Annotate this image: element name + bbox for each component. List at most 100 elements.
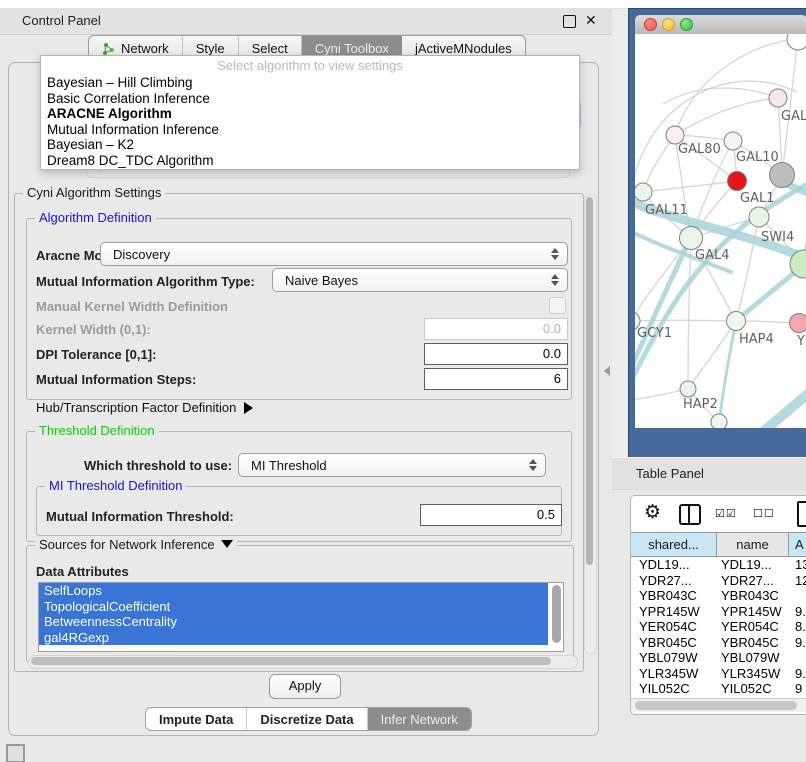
algorithm-option-bayesian-k2[interactable]: Bayesian – K2 <box>41 137 579 153</box>
tab-network-label: Network <box>121 41 169 56</box>
list-vertical-scrollbar[interactable] <box>552 585 561 643</box>
panel-collapse-handle[interactable] <box>604 366 610 376</box>
dpi-tolerance-input[interactable]: 0.0 <box>424 343 568 365</box>
window-minimize-icon[interactable] <box>662 18 675 31</box>
node-label-gcy1: GCY1 <box>637 326 672 341</box>
cyni-bottom-tabbar: Impute Data Discretize Data Infer Networ… <box>145 707 472 731</box>
dpi-tolerance-label: DPI Tolerance [0,1]: <box>36 347 156 362</box>
table-row[interactable]: YDL19...YDL19...13 <box>631 557 806 573</box>
network-node-gal10[interactable] <box>724 132 742 150</box>
mi-algorithm-type-combo[interactable]: Naive Bayes <box>272 268 568 292</box>
network-node-hap2[interactable] <box>680 381 696 397</box>
aracne-mode-value: Discovery <box>113 247 170 262</box>
table-panel-title: Table Panel <box>636 466 704 481</box>
network-node-swi4[interactable] <box>749 207 769 227</box>
table-row[interactable]: YDR27...YDR27...12 <box>631 573 806 589</box>
combo-spinner-icon <box>528 458 537 472</box>
combo-spinner-icon <box>550 247 559 261</box>
kernel-width-label: Kernel Width (0,1): <box>36 322 151 337</box>
network-node-gal11[interactable] <box>635 183 652 201</box>
column-header-name[interactable]: name <box>717 533 789 556</box>
data-attributes-label: Data Attributes <box>36 564 129 579</box>
table-row[interactable]: YBL079WYBL079W <box>631 650 806 666</box>
mi-threshold-input[interactable]: 0.5 <box>420 504 562 526</box>
table-row[interactable]: YBR045CYBR045C9. <box>631 635 806 651</box>
app-root: Control Panel ✕ Network Style Select Cyn… <box>0 0 806 762</box>
list-item-betweennesscentrality[interactable]: BetweennessCentrality <box>39 614 548 630</box>
table-row[interactable]: YER054CYER054C8. <box>631 619 806 635</box>
network-node-gal1[interactable] <box>728 172 747 191</box>
tab-discretize-data[interactable]: Discretize Data <box>247 708 367 730</box>
kernel-width-input[interactable]: 0.0 <box>424 318 568 340</box>
settings-vertical-scrollbar[interactable] <box>584 194 597 654</box>
hub-definition-expander[interactable]: Hub/Transcription Factor Definition <box>36 400 253 415</box>
hub-definition-label: Hub/Transcription Factor Definition <box>36 400 236 415</box>
manual-kernel-checkbox[interactable] <box>549 297 566 314</box>
control-panel: Control Panel ✕ Network Style Select Cyn… <box>0 8 612 762</box>
select-all-checkboxes-icon[interactable]: ☑☑ <box>715 507 737 520</box>
table-horizontal-scrollbar[interactable] <box>631 698 806 712</box>
which-threshold-label: Which threshold to use: <box>84 458 232 473</box>
table-row[interactable]: YLR345WYLR345W9. <box>631 666 806 682</box>
threshold-definition-legend: Threshold Definition <box>35 424 159 438</box>
network-node-y[interactable] <box>790 314 806 333</box>
export-table-icon[interactable] <box>797 501 806 527</box>
deselect-all-checkboxes-icon[interactable]: ☐☐ <box>753 507 775 520</box>
which-threshold-value: MI Threshold <box>251 458 327 473</box>
node-label-gal10: GAL10 <box>736 150 779 165</box>
gear-icon[interactable]: ⚙ <box>644 503 661 523</box>
expand-right-icon <box>244 402 253 414</box>
network-node[interactable] <box>787 34 806 50</box>
network-node[interactable] <box>711 414 727 428</box>
settings-horizontal-scrollbar[interactable] <box>28 655 578 669</box>
mi-steps-input[interactable]: 6 <box>424 368 568 390</box>
network-canvas[interactable]: GALGAL80GAL10GAL1GAL11SWI4GAL4GCY1HAP4YH… <box>635 34 806 428</box>
algorithm-dropdown: Select algorithm to view settings Bayesi… <box>40 55 580 170</box>
table-row[interactable]: YIL052CYIL052C9 <box>631 681 806 697</box>
node-label-hap4: HAP4 <box>739 332 774 347</box>
mi-algorithm-type-value: Naive Bayes <box>285 273 358 288</box>
column-header-shared-name[interactable]: shared... <box>631 533 717 556</box>
manual-kernel-label: Manual Kernel Width Definition <box>36 299 228 314</box>
data-attributes-list: SelfLoops TopologicalCoefficient Between… <box>38 582 564 652</box>
window-zoom-icon[interactable] <box>680 18 693 31</box>
algorithm-option-basic-correlation[interactable]: Basic Correlation Inference <box>41 91 579 107</box>
table-row[interactable]: YPR145WYPR145W9. <box>631 604 806 620</box>
node-table-card: ⚙ ☑☑ ☐☐ shared... name A YDL19...YDL19..… <box>630 495 806 715</box>
node-label-gal4: GAL4 <box>695 248 729 263</box>
close-panel-icon[interactable]: ✕ <box>585 12 597 29</box>
which-threshold-combo[interactable]: MI Threshold <box>238 453 546 477</box>
float-panel-corner-icon[interactable] <box>6 744 25 762</box>
node-label-hap2: HAP2 <box>683 397 718 412</box>
network-node-hap4[interactable] <box>727 312 746 331</box>
algorithm-dropdown-prompt: Select algorithm to view settings <box>41 56 579 75</box>
network-node[interactable] <box>770 163 795 188</box>
control-panel-titlebar: Control Panel ✕ <box>0 8 612 35</box>
sources-legend[interactable]: Sources for Network Inference <box>35 538 237 552</box>
network-window-titlebar[interactable] <box>635 15 806 35</box>
table-header-row: shared... name A <box>631 532 806 557</box>
window-close-icon[interactable] <box>644 18 657 31</box>
aracne-mode-combo[interactable]: Discovery <box>100 242 568 266</box>
column-header-partial[interactable]: A <box>789 533 806 556</box>
cyni-algorithm-settings-legend: Cyni Algorithm Settings <box>23 186 165 200</box>
list-item-gal4rgexp[interactable]: gal4RGexp <box>39 630 548 646</box>
network-node-gal4[interactable] <box>680 227 703 250</box>
node-label-swi4: SWI4 <box>761 230 794 245</box>
node-label-gal: GAL <box>781 109 806 124</box>
tab-impute-data[interactable]: Impute Data <box>146 708 247 730</box>
tab-infer-network[interactable]: Infer Network <box>368 708 471 730</box>
network-node-gal[interactable] <box>769 89 787 107</box>
collapse-down-icon <box>221 540 233 548</box>
float-panel-icon[interactable] <box>563 15 576 28</box>
algorithm-option-bayesian-hill-climbing[interactable]: Bayesian – Hill Climbing <box>41 75 579 91</box>
algorithm-option-dream8[interactable]: Dream8 DC_TDC Algorithm <box>41 153 579 169</box>
algorithm-option-aracne[interactable]: ARACNE Algorithm <box>41 106 579 122</box>
network-view-window: GALGAL80GAL10GAL1GAL11SWI4GAL4GCY1HAP4YH… <box>628 8 806 458</box>
table-row[interactable]: YBR043CYBR043C <box>631 588 806 604</box>
apply-button[interactable]: Apply <box>269 674 341 699</box>
list-item-selfloops[interactable]: SelfLoops <box>39 583 548 599</box>
algorithm-option-mutual-information[interactable]: Mutual Information Inference <box>41 122 579 138</box>
list-item-topologicalcoefficient[interactable]: TopologicalCoefficient <box>39 599 548 615</box>
column-browser-icon[interactable] <box>679 504 701 525</box>
